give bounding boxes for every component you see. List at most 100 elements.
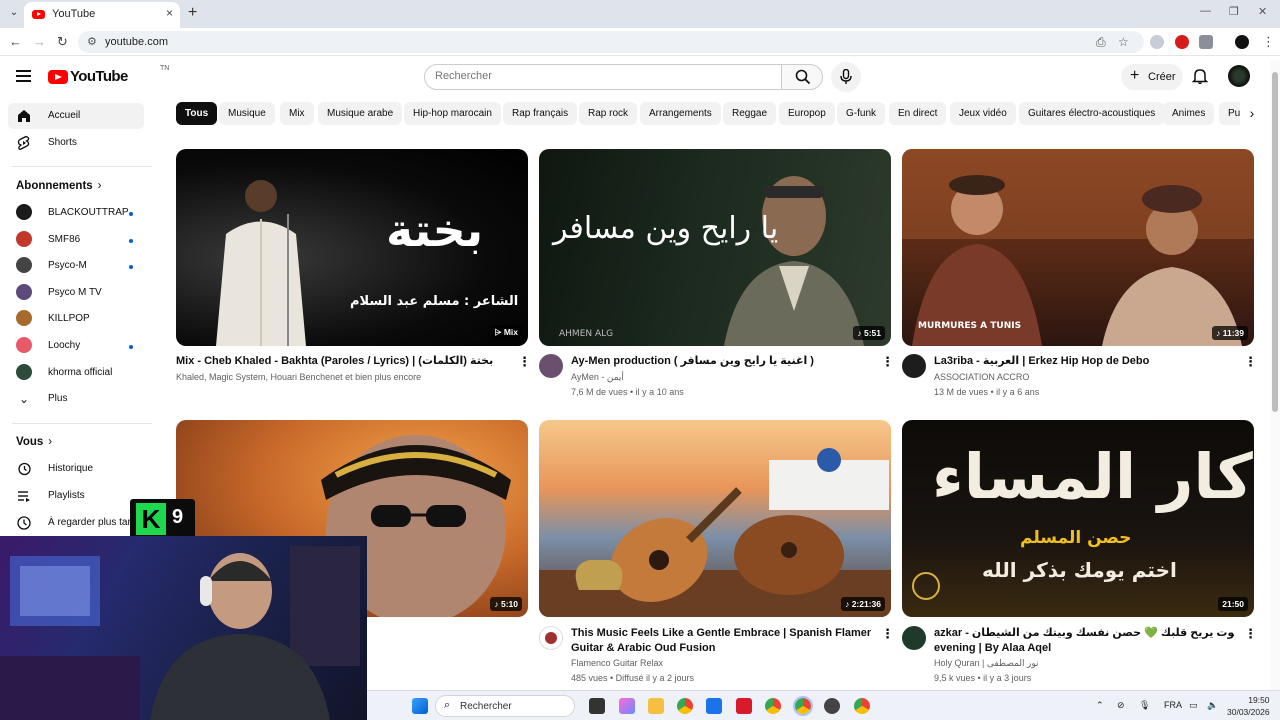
install-app-icon[interactable]: ⎙ — [1096, 35, 1106, 50]
notifications-bell-icon[interactable] — [1191, 67, 1209, 85]
video-thumbnail[interactable]: ♪ 2:21:36 — [539, 420, 891, 617]
video-title[interactable]: Ay-Men production ( اغنية يا رايح وين مس… — [571, 354, 871, 369]
video-thumbnail[interactable]: يا رايح وين مسافر AHMEN ALG ♪ 5:51 — [539, 149, 891, 346]
video-channel[interactable]: AyMen - أيمن — [571, 372, 624, 383]
sidebar-item-more[interactable]: ⌄ Plus — [8, 386, 144, 412]
video-thumbnail[interactable]: MURMURES A TUNIS ♪ 11:39 — [902, 149, 1254, 346]
chip-hip-hop-marocain[interactable]: Hip-hop marocain — [404, 102, 501, 125]
sidebar-item-shorts[interactable]: Shorts — [8, 130, 144, 156]
site-info-icon[interactable]: ⚙ — [87, 35, 97, 48]
sidebar-item-killpop[interactable]: KILLPOP — [8, 306, 144, 332]
video-channel[interactable]: Flamenco Guitar Relax — [571, 658, 663, 668]
task-view-icon[interactable] — [589, 698, 605, 714]
video-title-line-1[interactable]: azkar - اذكار المساء راحه نفسيه بصوت يري… — [934, 626, 1234, 641]
video-menu-icon[interactable]: ⋮ — [518, 354, 531, 370]
file-explorer-icon[interactable] — [648, 698, 664, 714]
windows-start-icon[interactable] — [412, 698, 428, 714]
subscriptions-heading[interactable]: Abonnements › — [16, 180, 102, 192]
video-thumbnail[interactable]: بختة الشاعر : مسلم عبد السلام ⩥ Mix — [176, 149, 528, 346]
extensions-puzzle-icon[interactable] — [1199, 35, 1213, 49]
language-indicator[interactable]: FRA — [1164, 700, 1182, 710]
tab-youtube[interactable]: YouTube × — [24, 2, 180, 28]
chip-musique[interactable]: Musique — [219, 102, 275, 125]
create-button[interactable]: + Créer — [1121, 64, 1183, 90]
bookmark-star-icon[interactable]: ☆ — [1118, 35, 1129, 49]
scrollbar-thumb[interactable] — [1272, 72, 1278, 412]
maximize-icon[interactable]: ❐ — [1229, 5, 1239, 18]
video-menu-icon[interactable]: ⋮ — [881, 354, 894, 370]
back-icon[interactable]: ← — [9, 34, 22, 49]
tab-search-chevron-icon[interactable]: ⌄ — [6, 5, 22, 21]
sidebar-item-khorma-official[interactable]: khorma official — [8, 360, 144, 386]
video-menu-icon[interactable]: ⋮ — [881, 626, 894, 642]
app-icon[interactable] — [736, 698, 752, 714]
chip-en-direct[interactable]: En direct — [889, 102, 947, 125]
chip-mix[interactable]: Mix — [280, 102, 314, 125]
app-icon[interactable] — [706, 698, 722, 714]
chip-guitares-electro-acoustiques[interactable]: Guitares électro-acoustiques — [1019, 102, 1165, 125]
adblock-extension-icon[interactable] — [1175, 35, 1189, 49]
chip-g-funk[interactable]: G-funk — [837, 102, 886, 125]
voice-search-button[interactable] — [831, 62, 861, 92]
chrome-icon[interactable] — [677, 698, 693, 714]
chip-arrangements[interactable]: Arrangements — [640, 102, 721, 125]
video-title[interactable]: La3riba - العربية | Erkez Hip Hop de Deb… — [934, 354, 1234, 369]
chip-animes[interactable]: Animes — [1163, 102, 1215, 125]
sidebar-item-blackouttrap[interactable]: BLACKOUTTRAP — [8, 200, 144, 226]
taskbar-clock[interactable]: 19:50 30/03/2026 — [1227, 694, 1270, 718]
chip-jeux-video[interactable]: Jeux vidéo — [950, 102, 1016, 125]
channel-avatar[interactable] — [902, 626, 926, 650]
sidebar-item-psyco-m-tv[interactable]: Psyco M TV — [8, 280, 144, 306]
microphone-tray-icon[interactable]: 🎙 — [1139, 700, 1150, 711]
video-menu-icon[interactable]: ⋮ — [1244, 354, 1257, 370]
sidebar-item-home[interactable]: Accueil — [8, 103, 144, 129]
browser-menu-icon[interactable]: ⋮ — [1262, 34, 1275, 50]
you-heading[interactable]: Vous › — [16, 436, 52, 448]
chip-europop[interactable]: Europop — [779, 102, 835, 125]
channel-avatar[interactable] — [539, 626, 563, 650]
video-title[interactable]: Mix - Cheb Khaled - Bakhta (Paroles / Ly… — [176, 354, 496, 369]
account-avatar[interactable] — [1228, 65, 1250, 87]
chip-rap-francais[interactable]: Rap français — [503, 102, 578, 125]
sidebar-item-history[interactable]: Historique — [8, 456, 144, 482]
extension-icon[interactable] — [1150, 35, 1164, 49]
page-scrollbar[interactable] — [1270, 60, 1280, 690]
chip-musique-arabe[interactable]: Musique arabe — [318, 102, 403, 125]
chrome-icon[interactable] — [765, 698, 781, 714]
sidebar-item-watch-later[interactable]: À regarder plus tard — [8, 510, 144, 536]
video-channel[interactable]: ASSOCIATION ACCRO — [934, 372, 1029, 382]
reload-icon[interactable]: ↻ — [57, 34, 68, 50]
app-icon[interactable] — [824, 698, 840, 714]
chip-reggae[interactable]: Reggae — [723, 102, 777, 125]
taskbar-search[interactable]: ⌕ Rechercher — [435, 695, 575, 717]
video-channel[interactable]: Holy Quran | نور المصطفى — [934, 658, 1039, 669]
sidebar-item-psyco-m[interactable]: Psyco-M — [8, 253, 144, 279]
video-title-line-2[interactable]: evening | By Alaa Aqel — [934, 641, 1234, 656]
video-title-line-2[interactable]: Guitar & Arabic Oud Fusion — [571, 641, 871, 656]
chips-next-chevron-icon[interactable]: › — [1240, 100, 1264, 126]
channel-avatar[interactable] — [539, 354, 563, 378]
video-thumbnail[interactable]: أذكار المساء حصن المسلم اختم يومك بذكر ا… — [902, 420, 1254, 617]
video-menu-icon[interactable]: ⋮ — [1244, 626, 1257, 642]
display-icon[interactable]: ▭ — [1189, 700, 1198, 711]
copilot-icon[interactable] — [619, 698, 635, 714]
tab-close-icon[interactable]: × — [166, 6, 173, 20]
menu-icon[interactable] — [16, 70, 31, 82]
search-button[interactable] — [781, 64, 823, 90]
minimize-icon[interactable]: — — [1200, 5, 1211, 17]
chip-tous[interactable]: Tous — [176, 102, 218, 125]
new-tab-button[interactable]: + — [188, 4, 197, 22]
omnibox[interactable]: ⚙ youtube.com ⎙ ☆ — [78, 31, 1144, 53]
video-channel[interactable]: Khaled, Magic System, Houari Benchenet e… — [176, 372, 421, 382]
window-close-icon[interactable]: ✕ — [1258, 5, 1267, 18]
profile-avatar-icon[interactable] — [1235, 35, 1249, 49]
network-off-icon[interactable]: ⊘ — [1117, 700, 1125, 711]
chip-rap-rock[interactable]: Rap rock — [579, 102, 638, 125]
sidebar-item-smf86[interactable]: SMF86 — [8, 227, 144, 253]
forward-icon[interactable]: → — [33, 34, 46, 49]
sidebar-item-loochy[interactable]: Loochy — [8, 333, 144, 359]
volume-icon[interactable]: 🔈 — [1207, 700, 1218, 711]
chrome-active-icon[interactable] — [793, 696, 813, 716]
chrome-icon[interactable] — [854, 698, 870, 714]
channel-avatar[interactable] — [902, 354, 926, 378]
